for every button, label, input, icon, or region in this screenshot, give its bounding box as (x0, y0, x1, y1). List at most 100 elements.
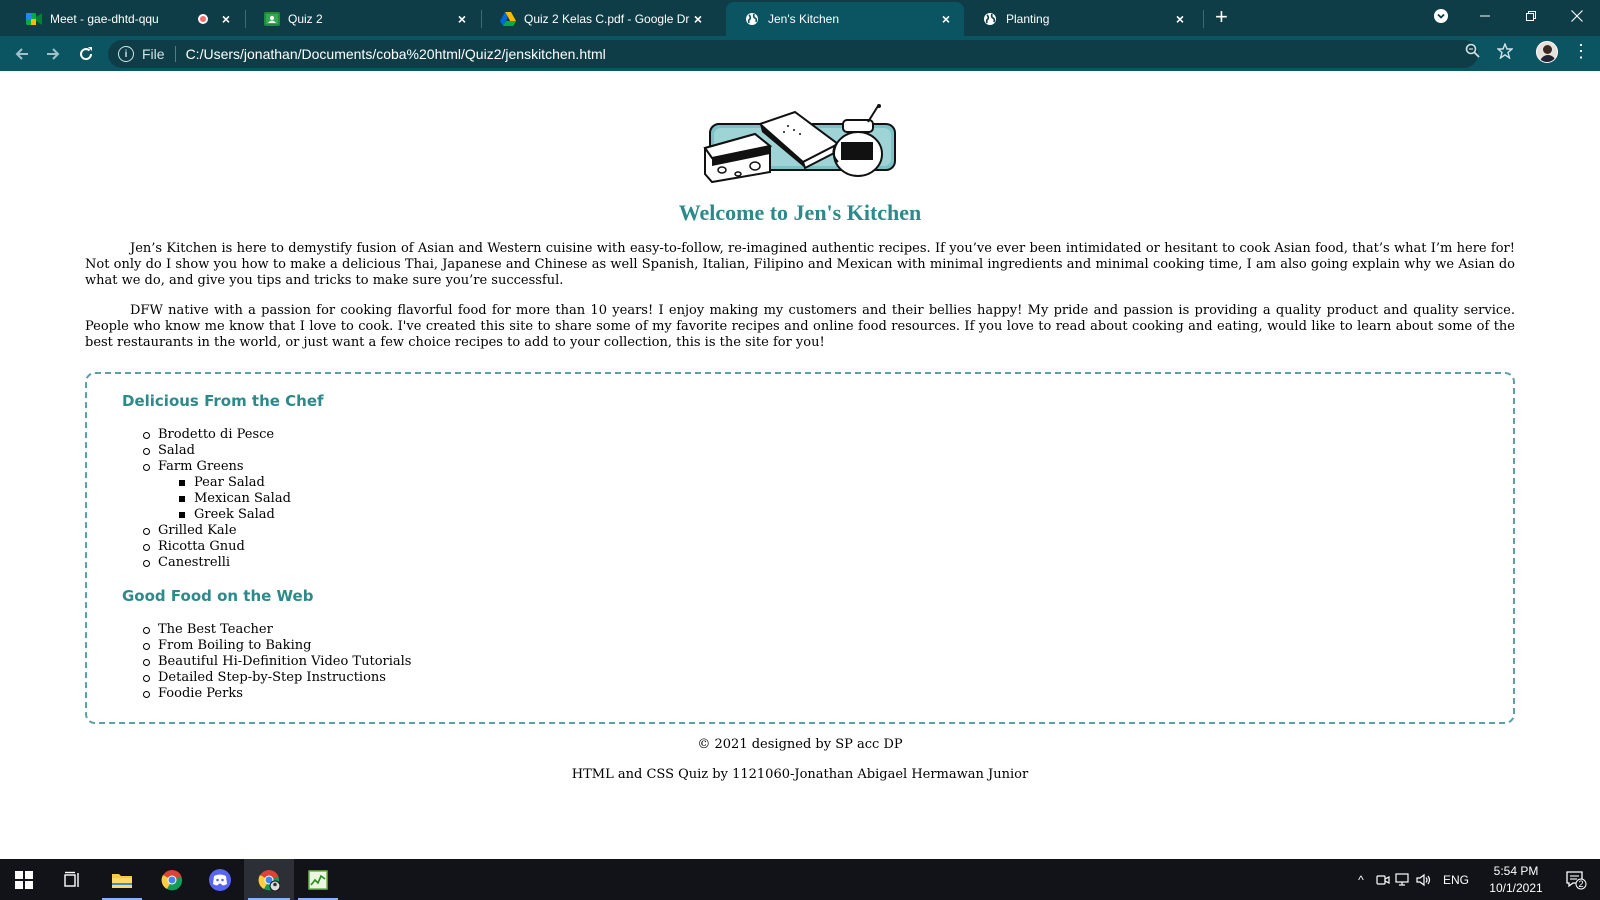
tab-title: Meet - gae-dhtd-qqu (50, 12, 159, 26)
intro-paragraph: Jen’s Kitchen is here to demystify fusio… (85, 241, 1515, 288)
sub-list-item: Mexican Salad (179, 491, 291, 506)
footer-copyright: © 2021 designed by SP acc DP (697, 737, 903, 752)
windows-logo-icon (15, 870, 33, 889)
close-tab-icon[interactable]: × (1172, 11, 1188, 27)
url-text[interactable]: C:/Users/jonathan/Documents/coba%20html/… (186, 46, 606, 62)
chef-recipe-list: Brodetto di Pesce Salad Farm Greens Pear… (143, 427, 291, 571)
notification-count: 2 (1578, 879, 1584, 889)
tab-title: Jen's Kitchen (768, 12, 839, 26)
discord-button[interactable] (196, 859, 244, 900)
chrome-icon (161, 869, 183, 890)
section-heading-chef: Delicious From the Chef (122, 392, 324, 410)
globe-icon (982, 11, 998, 27)
avatar-body (1540, 55, 1556, 62)
recording-indicator-icon (198, 14, 208, 24)
start-button[interactable] (0, 859, 48, 900)
arrow-right-icon (47, 48, 60, 60)
page-title: Welcome to Jen's Kitchen (678, 200, 922, 225)
omnibox-divider (174, 46, 176, 62)
back-button[interactable] (10, 42, 34, 66)
list-item: Salad (143, 443, 291, 459)
minimize-icon (1480, 15, 1490, 17)
google-drive-icon (500, 11, 516, 27)
list-item: Farm Greens Pear Salad Mexican Salad Gre… (143, 459, 291, 523)
notification-center-button[interactable]: 2 (1552, 859, 1600, 900)
list-item: From Boiling to Baking (142, 638, 411, 654)
restore-button[interactable] (1508, 0, 1554, 32)
close-tab-icon[interactable]: × (938, 11, 954, 27)
content-box: Delicious From the Chef Brodetto di Pesc… (85, 372, 1515, 724)
reload-icon (80, 47, 93, 61)
speaker-icon[interactable] (1413, 873, 1435, 887)
sub-list-item: Greek Salad (179, 507, 291, 523)
sub-list-item: Pear Salad (179, 475, 291, 491)
chevron-up-icon[interactable]: ^ (1353, 873, 1369, 887)
chrome-button[interactable] (148, 859, 196, 900)
language-indicator[interactable]: ENG (1443, 873, 1469, 887)
google-meet-icon (26, 11, 42, 27)
network-icon[interactable] (1393, 872, 1413, 887)
task-manager-icon (308, 869, 328, 890)
chrome-profile-icon (258, 869, 280, 891)
farm-greens-sublist: Pear Salad Mexican Salad Greek Salad (179, 475, 291, 523)
tab-meet[interactable]: Meet - gae-dhtd-qqu × (8, 2, 244, 36)
clock-date: 10/1/2021 (1489, 881, 1543, 895)
close-window-button[interactable] (1554, 0, 1600, 32)
list-item-label: Farm Greens (158, 459, 244, 474)
list-item: Ricotta Gnud (143, 539, 291, 555)
close-tab-icon[interactable]: × (690, 11, 706, 27)
zoom-icon[interactable] (1465, 43, 1480, 62)
info-icon[interactable]: i (118, 46, 134, 62)
list-item: Beautiful Hi-Definition Video Tutorials (142, 654, 412, 669)
scheme-label: File (142, 46, 165, 62)
taskbar: ^ ENG 5:54 PM 10/1/2021 2 (0, 859, 1600, 900)
close-tab-icon[interactable]: × (218, 11, 234, 27)
footer-credit: HTML and CSS Quiz by 1121060-Jonathan Ab… (571, 767, 1029, 782)
bookmark-star-icon[interactable] (1496, 42, 1514, 63)
google-classroom-icon (264, 11, 280, 27)
forward-button[interactable] (41, 42, 65, 66)
clock-time: 5:54 PM (1493, 864, 1539, 878)
tab-title: Quiz 2 Kelas C.pdf - Google Drive (524, 12, 690, 26)
list-item: Grilled Kale (143, 523, 291, 539)
tab-google-drive[interactable]: Quiz 2 Kelas C.pdf - Google Drive × (482, 2, 716, 36)
chrome-profile-button[interactable] (244, 859, 294, 900)
browser-toolbar: i File C:/Users/jonathan/Documents/coba%… (0, 36, 1600, 71)
browser-menu-icon[interactable]: ⋮ (1572, 42, 1590, 60)
tab-jens-kitchen[interactable]: Jen's Kitchen × (726, 2, 964, 36)
clock[interactable]: 5:54 PM 10/1/2021 (1486, 863, 1546, 897)
new-tab-button[interactable]: + (1215, 6, 1228, 28)
restore-icon (1526, 11, 1536, 21)
avatar-head (1543, 45, 1552, 54)
meet-now-icon[interactable] (1373, 873, 1393, 887)
about-paragraph: DFW native with a passion for cooking fl… (85, 303, 1515, 350)
list-item: The Best Teacher (142, 622, 411, 638)
task-view-button[interactable] (48, 859, 96, 900)
section-heading-web: Good Food on the Web (122, 587, 314, 605)
task-view-icon (64, 871, 79, 887)
discord-icon (209, 868, 231, 891)
tab-strip: Meet - gae-dhtd-qqu × Quiz 2 × Quiz 2 Ke… (0, 0, 1600, 36)
web-page: Welcome to Jen's Kitchen Jen’s Kitchen i… (0, 71, 1600, 859)
file-explorer-button[interactable] (98, 859, 146, 900)
profile-avatar[interactable] (1536, 41, 1558, 63)
tab-title: Planting (1006, 12, 1050, 26)
system-tray: ^ ENG (1353, 859, 1469, 900)
close-tab-icon[interactable]: × (454, 11, 470, 27)
task-manager-button[interactable] (294, 859, 342, 900)
kitchen-logo-image (703, 104, 896, 184)
web-resource-list: The Best Teacher From Boiling to Baking … (142, 622, 412, 702)
reload-button[interactable] (74, 42, 98, 66)
tab-planting[interactable]: Planting × (964, 2, 1198, 36)
minimize-button[interactable] (1462, 0, 1508, 32)
tab-quiz2[interactable]: Quiz 2 × (246, 2, 480, 36)
list-item: Detailed Step-by-Step Instructions (142, 670, 411, 686)
tab-search-button[interactable] (1418, 0, 1464, 32)
address-bar[interactable]: i File C:/Users/jonathan/Documents/coba%… (108, 40, 1478, 68)
close-icon (1571, 10, 1583, 22)
arrow-left-icon (15, 48, 28, 60)
list-item: Brodetto di Pesce (143, 427, 291, 443)
list-item: Foodie Perks (142, 686, 411, 702)
list-item: Canestrelli (143, 555, 291, 571)
tab-title: Quiz 2 (288, 12, 323, 26)
